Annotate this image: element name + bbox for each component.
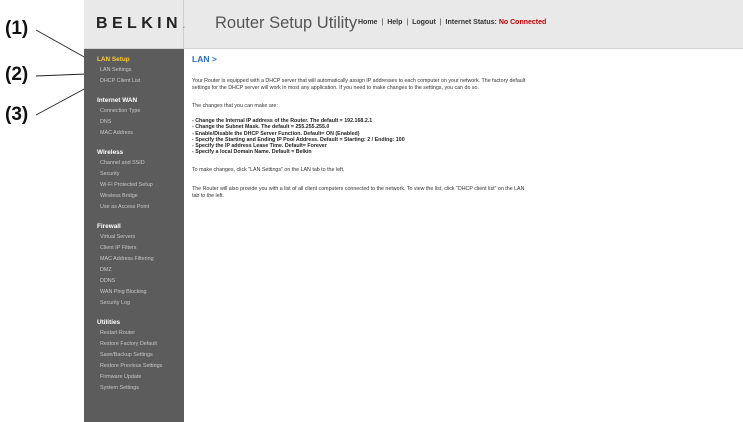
sidebar-item-dmz[interactable]: DMZ xyxy=(84,265,184,276)
logout-link[interactable]: Logout xyxy=(412,19,436,26)
sidebar-item-restore-previous-settings[interactable]: Restore Previous Settings xyxy=(84,361,184,372)
sidebar-item-connection-type[interactable]: Connection Type xyxy=(84,106,184,117)
sidebar-item-restore-factory-default[interactable]: Restore Factory Default xyxy=(84,339,184,350)
belkin-logo: BELKIN. xyxy=(96,15,186,33)
sidebar-item-security-log[interactable]: Security Log xyxy=(84,298,184,309)
internet-status-value: No Connected xyxy=(498,19,547,26)
leader-line-2 xyxy=(35,73,87,77)
sidebar-section-lan-setup[interactable]: LAN Setup xyxy=(84,54,184,65)
sidebar-section-firewall: Firewall xyxy=(97,223,121,230)
internet-status-label: Internet Status: xyxy=(445,19,497,26)
sidebar-item-dns[interactable]: DNS xyxy=(84,117,184,128)
sidebar-item-wan-ping-blocking[interactable]: WAN Ping Blocking xyxy=(84,287,184,298)
make-changes-note: To make changes, click "LAN Settings" on… xyxy=(192,167,345,174)
callout-3: (3) xyxy=(5,104,29,125)
sidebar-item-restart-router[interactable]: Restart Router xyxy=(84,328,184,339)
list-item: - Specify a local Domain Name. Default =… xyxy=(192,149,312,156)
home-link[interactable]: Home xyxy=(358,19,377,26)
sidebar-section-internet-wan: Internet WAN xyxy=(97,97,138,104)
sidebar-section-wireless: Wireless xyxy=(97,149,124,156)
callout-2: (2) xyxy=(5,64,29,85)
main-content: LAN > Your Router is equipped with a DHC… xyxy=(192,54,532,199)
logo-text: BELKIN xyxy=(96,15,182,32)
leader-line-1 xyxy=(35,29,87,59)
top-links: Home | Help | Logout | Internet Status: … xyxy=(358,19,546,26)
page-title: LAN > xyxy=(192,54,217,64)
sidebar-section-utilities: Utilities xyxy=(97,319,121,326)
logo-box: BELKIN. xyxy=(84,0,186,49)
sidebar-item-virtual-servers[interactable]: Virtual Servers xyxy=(84,232,184,243)
sidebar-item-security[interactable]: Security xyxy=(84,169,184,180)
sidebar-item-dhcp-client-list[interactable]: DHCP Client List xyxy=(84,76,184,87)
leader-line-3 xyxy=(35,87,87,116)
app-title: Router Setup Utility xyxy=(215,14,358,32)
sidebar-item-mac-address-filtering[interactable]: MAC Address Filtering xyxy=(84,254,184,265)
sidebar-item-firmware-update[interactable]: Firmware Update xyxy=(84,372,184,383)
sidebar-item-mac-address[interactable]: MAC Address xyxy=(84,128,184,139)
sidebar-item-channel-and-ssid[interactable]: Channel and SSID xyxy=(84,158,184,169)
help-link[interactable]: Help xyxy=(387,19,402,26)
header-bar: BELKIN. Router Setup Utility Home | Help… xyxy=(84,0,743,49)
changes-intro: The changes that you can make are: xyxy=(192,103,278,110)
link-separator: | xyxy=(406,19,409,26)
callout-1: (1) xyxy=(5,18,29,39)
sidebar: LAN Setup LAN Settings DHCP Client List … xyxy=(84,49,184,422)
client-list-note: The Router will also provide you with a … xyxy=(192,186,525,199)
sidebar-item-save-backup-settings[interactable]: Save/Backup Settings xyxy=(84,350,184,361)
logo-dot: . xyxy=(181,16,186,31)
sidebar-item-use-as-access-point[interactable]: Use as Access Point xyxy=(84,202,184,213)
sidebar-item-ddns[interactable]: DDNS xyxy=(84,276,184,287)
intro-paragraph: Your Router is equipped with a DHCP serv… xyxy=(192,78,526,91)
changes-list: - Change the Internal IP address of the … xyxy=(192,118,532,155)
sidebar-item-lan-settings[interactable]: LAN Settings xyxy=(84,65,184,76)
link-separator: | xyxy=(439,19,442,26)
sidebar-item-client-ip-filters[interactable]: Client IP Filters xyxy=(84,243,184,254)
link-separator: | xyxy=(381,19,384,26)
sidebar-item-wireless-bridge[interactable]: Wireless Bridge xyxy=(84,191,184,202)
sidebar-item-system-settings[interactable]: System Settings xyxy=(84,383,184,394)
sidebar-item-wifi-protected-setup[interactable]: Wi-Fi Protected Setup xyxy=(84,180,184,191)
